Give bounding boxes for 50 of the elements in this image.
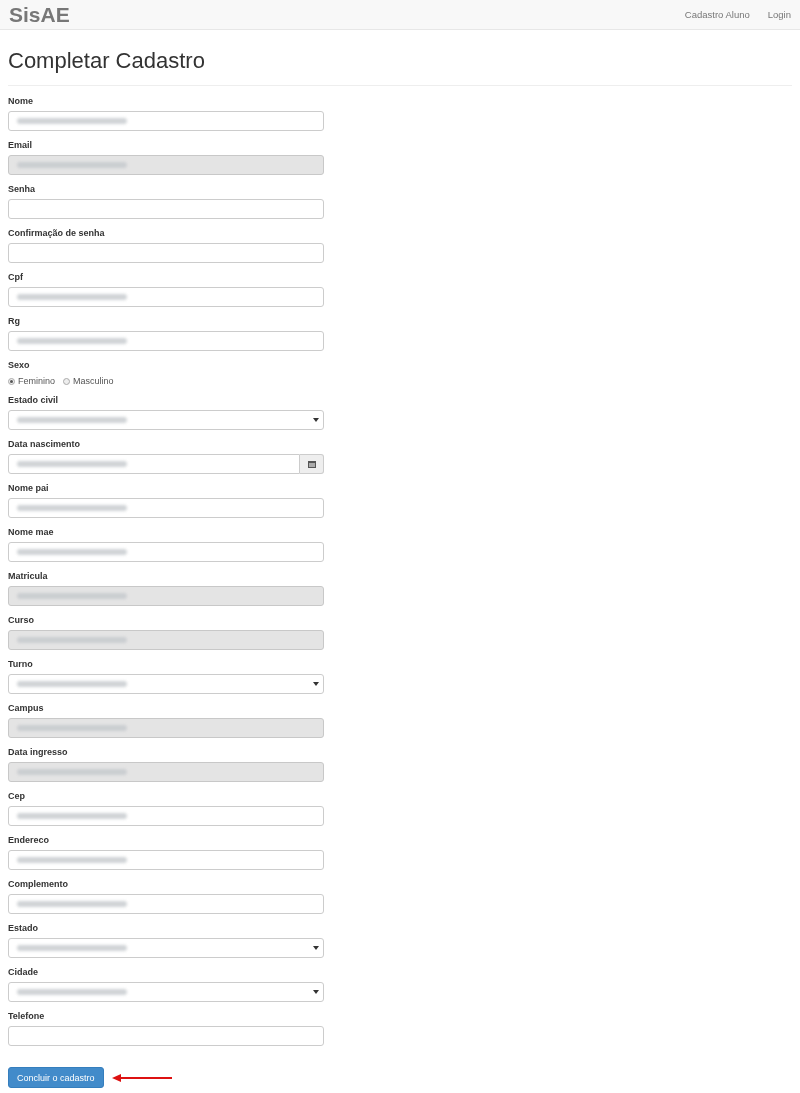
arrow-icon	[111, 1072, 172, 1083]
field-label: Complemento	[8, 879, 68, 890]
page-title: Completar Cadastro	[8, 48, 205, 74]
input-field[interactable]	[8, 542, 324, 562]
input-field[interactable]	[8, 199, 324, 219]
input-field[interactable]	[8, 331, 324, 351]
field-label: Cidade	[8, 967, 38, 978]
calendar-button[interactable]	[300, 454, 324, 474]
field-label: Email	[8, 140, 32, 151]
field-label: Estado civil	[8, 395, 59, 406]
input-field[interactable]	[8, 1026, 324, 1046]
brand-logo[interactable]: SisAE	[9, 2, 70, 27]
field-label: Data ingresso	[8, 747, 68, 758]
nav-link[interactable]: Login	[767, 9, 791, 20]
input-field[interactable]	[8, 243, 324, 263]
calendar-icon	[307, 460, 316, 468]
field-label: Nome	[8, 96, 33, 107]
field-label: Sexo	[8, 360, 30, 371]
field-label: Cpf	[8, 272, 23, 283]
radio-label[interactable]: Masculino	[73, 376, 114, 386]
field-label: Data nascimento	[8, 439, 81, 450]
date-field[interactable]	[8, 454, 300, 474]
field-label: Matricula	[8, 571, 48, 582]
field-label: Confirmação de senha	[8, 228, 105, 239]
radio-label[interactable]: Feminino	[18, 376, 55, 386]
select-field[interactable]	[8, 674, 324, 694]
field-label: Turno	[8, 659, 33, 670]
input-field[interactable]	[8, 111, 324, 131]
field-label: Nome mae	[8, 527, 54, 538]
input-field[interactable]	[8, 498, 324, 518]
select-field[interactable]	[8, 938, 324, 958]
field-label: Rg	[8, 316, 20, 327]
field-label: Estado	[8, 923, 38, 934]
input-field[interactable]	[8, 850, 324, 870]
field-label: Senha	[8, 184, 35, 195]
field-label: Endereco	[8, 835, 49, 846]
field-label: Curso	[8, 615, 34, 626]
input-field[interactable]	[8, 894, 324, 914]
field-label: Telefone	[8, 1011, 45, 1022]
field-label: Cep	[8, 791, 25, 802]
submit-button[interactable]: Concluir o cadastro	[8, 1067, 104, 1088]
field-label: Campus	[8, 703, 44, 714]
input-field[interactable]	[8, 806, 324, 826]
select-field[interactable]	[8, 982, 324, 1002]
input-field[interactable]	[8, 287, 324, 307]
radio-button[interactable]	[63, 377, 70, 385]
nav-link[interactable]: Cadastro Aluno	[684, 9, 750, 20]
field-label: Nome pai	[8, 483, 49, 494]
radio-button[interactable]	[8, 377, 15, 385]
select-field[interactable]	[8, 410, 324, 430]
